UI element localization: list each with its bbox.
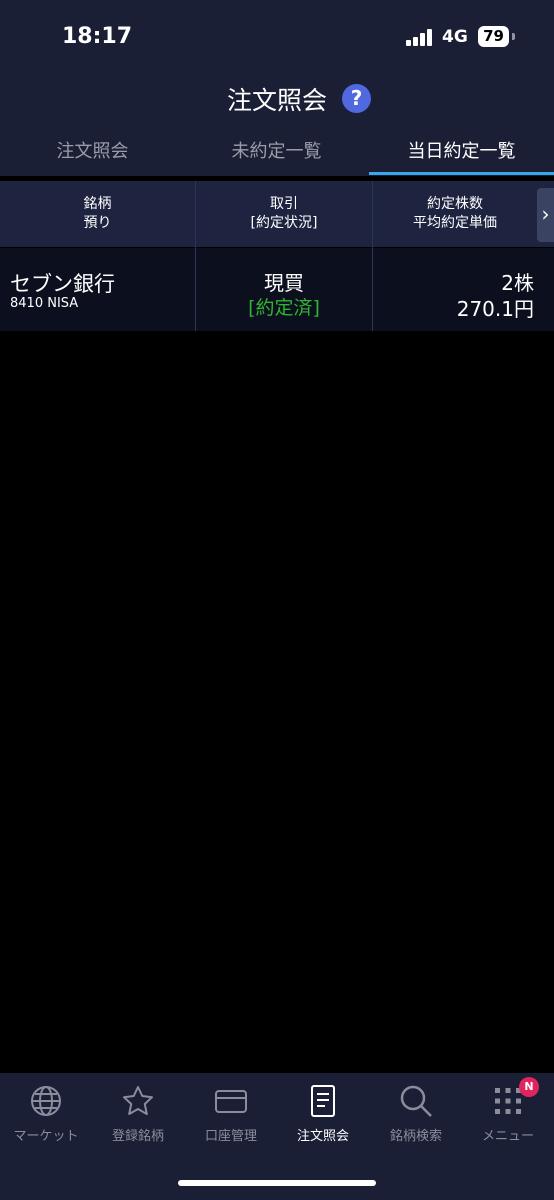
page-title-text: 注文照会 [226,86,327,115]
column-divider [372,181,373,331]
card-icon [215,1090,247,1113]
chevron-right-icon: › [541,202,550,226]
nav-label: マーケット [13,1129,79,1144]
nav-market[interactable]: マーケット [0,1083,92,1153]
nav-label: 口座管理 [204,1129,257,1144]
help-icon[interactable]: ? [342,84,371,113]
column-header-trade: 取引 [約定状況] [196,181,372,247]
column-header-quantity: 約定株数 平均約定単価 [373,181,537,247]
column-header-stock-line1: 銘柄 [83,196,112,212]
tab-unfilled-list[interactable]: 未約定一覧 [184,130,369,176]
nav-order-inquiry[interactable]: 注文照会 [277,1083,369,1153]
home-indicator[interactable] [178,1180,376,1186]
page-title: 注文照会 [0,81,554,117]
stock-name: セブン銀行 [10,272,115,296]
column-header-quantity-line1: 約定株数 [427,196,483,212]
column-header-quantity-line2: 平均約定単価 [413,215,497,231]
star-icon [123,1086,153,1115]
document-icon [311,1085,335,1117]
table-header: 銘柄 預り 取引 [約定状況] 約定株数 平均約定単価 [0,181,554,247]
column-header-trade-line2: [約定状況] [250,215,318,231]
status-bar: 18:17 4G 79 [0,0,554,67]
tab-today-filled-list[interactable]: 当日約定一覧 [369,130,554,176]
nav-label: メニュー [481,1129,534,1144]
battery-icon: 79 [478,26,509,47]
notification-badge: N [519,1077,539,1097]
nav-watchlist[interactable]: 登録銘柄 [92,1083,184,1153]
nav-label: 注文照会 [296,1129,349,1144]
status-time: 18:17 [62,24,133,49]
column-header-trade-line1: 取引 [270,196,298,212]
cellular-signal-icon [406,29,434,46]
active-tab-indicator [369,172,554,175]
tab-order-inquiry[interactable]: 注文照会 [0,130,185,176]
network-type: 4G [442,27,468,47]
column-divider [195,181,196,331]
nav-stock-search[interactable]: 銘柄検索 [370,1083,462,1153]
app-header: 注文照会 ? [0,67,554,130]
scroll-columns-right-button[interactable]: › [537,188,554,242]
nav-label: 銘柄検索 [389,1129,442,1144]
stock-code-account: 8410 NISA [10,296,79,311]
tab-bar: 注文照会 未約定一覧 当日約定一覧 [0,130,554,176]
battery-cap [512,33,515,40]
column-header-stock-line2: 預り [83,215,112,231]
search-icon [400,1085,432,1117]
nav-account[interactable]: 口座管理 [185,1083,277,1153]
nav-label: 登録銘柄 [111,1129,164,1144]
filled-quantity: 2株 [501,271,534,295]
nav-menu[interactable]: メニュー [462,1083,554,1153]
column-header-stock: 銘柄 預り [0,181,195,247]
table-row[interactable]: セブン銀行 8410 NISA 現買 [約定済] 2株 270.1円 [0,248,554,331]
trade-type: 現買 [264,271,304,295]
average-price: 270.1円 [456,297,534,321]
trade-status: [約定済] [248,297,320,319]
globe-icon [31,1086,61,1116]
